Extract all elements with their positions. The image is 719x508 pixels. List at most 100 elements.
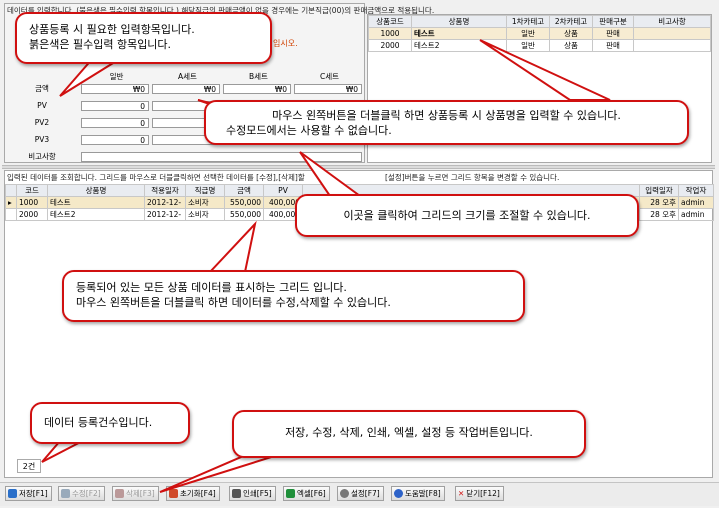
close-button-label: 닫기[F12] (466, 489, 500, 498)
callout-entry: 상품등록 시 필요한 입력항목입니다. 붉은색은 필수입력 항목입니다. (15, 12, 272, 64)
save-icon (8, 489, 17, 498)
callout-grid: 등록되어 있는 모든 상품 데이터를 표시하는 그리드 입니다. 마우스 왼쪽버… (62, 270, 525, 322)
remark-row: 비고사항 (5, 150, 365, 165)
sub-grid-row[interactable]: 2000 테스트2 일반 상품 판매 (368, 39, 711, 52)
price-row: 금액 ₩0 ₩0 ₩0 ₩0 (5, 82, 365, 97)
record-count: 2건 (17, 459, 41, 473)
pv-normal-input[interactable]: 0 (81, 101, 149, 111)
col-input-date[interactable]: 입력일자 (639, 184, 679, 197)
cell: 상품 (549, 39, 593, 52)
callout-buttons: 저장, 수정, 삭제, 인쇄, 엑셀, 설정 등 작업버튼입니다. (232, 410, 586, 458)
pv3-normal-input[interactable]: 0 (81, 135, 149, 145)
callout-text: 수정모드에서는 사용할 수 없습니다. (226, 124, 392, 137)
price-b-input[interactable]: ₩0 (223, 84, 291, 94)
callout-doubleclick-sub: 마우스 왼쪽버튼을 더블클릭 하면 상품등록 시 상품명을 입력할 수 있습니다… (204, 100, 689, 145)
callout-text: 등록되어 있는 모든 상품 데이터를 표시하는 그리드 입니다. (76, 281, 347, 294)
sub-col-cat2[interactable]: 2차카테고 (549, 15, 593, 28)
sub-col-remark[interactable]: 비고사항 (633, 15, 711, 28)
print-button-label: 인쇄[F5] (243, 489, 272, 498)
cell: admin (678, 196, 714, 209)
callout-text: 마우스 왼쪽버튼을 더블클릭 하면 데이터를 수정,삭제할 수 있습니다. (76, 296, 391, 309)
excel-button[interactable]: 엑셀[F6] (283, 486, 330, 501)
sub-grid-table: 상품코드 상품명 1차카테고 2차카테고 판매구분 비고사항 1000 테스트 … (368, 15, 711, 52)
cell: admin (678, 208, 714, 221)
cell: 소비자 (185, 208, 225, 221)
col-rank[interactable]: 직급명 (185, 184, 225, 197)
gear-icon (340, 489, 349, 498)
callout-text: 붉은색은 필수입력 항목입니다. (29, 38, 172, 51)
col-code[interactable]: 코드 (16, 184, 48, 197)
list-header-left: 입력된 데이터를 조회합니다. 그리드를 마우스로 더블클릭하면 선택한 데이터… (7, 173, 305, 182)
cell: 28 오후 (639, 196, 679, 209)
edit-icon (61, 489, 70, 498)
cell: 2012-12- (144, 196, 186, 209)
required-note: 입시오. (273, 39, 298, 48)
help-button[interactable]: 도움말[F8] (391, 486, 445, 501)
cell: 테스트2 (47, 208, 145, 221)
grid-resize-splitter[interactable] (2, 165, 715, 169)
help-button-label: 도움말[F8] (405, 489, 441, 498)
callout-text: 마우스 왼쪽버튼을 더블클릭 하면 상품등록 시 상품명을 입력할 수 있습니다… (272, 109, 621, 122)
list-header-right: [설정]버튼을 누르면 그리드 항목을 변경할 수 있습니다. (385, 173, 560, 182)
callout-text: 이곳을 클릭하여 그리드의 크기를 조절할 수 있습니다. (343, 209, 591, 222)
cell: 28 오후 (639, 208, 679, 221)
callout-resize: 이곳을 클릭하여 그리드의 크기를 조절할 수 있습니다. (295, 194, 639, 237)
row-label-pv: PV (37, 101, 47, 110)
price-c-input[interactable]: ₩0 (294, 84, 362, 94)
reset-button[interactable]: 초기화[F4] (166, 486, 220, 501)
callout-text: 데이터 등록건수입니다. (44, 416, 153, 429)
cell: 소비자 (185, 196, 225, 209)
settings-button[interactable]: 설정[F7] (337, 486, 384, 501)
cell: 2012-12- (144, 208, 186, 221)
delete-button[interactable]: 삭제[F3] (112, 486, 159, 501)
cell: 일반 (506, 27, 550, 40)
print-icon (232, 489, 241, 498)
sub-grid-header: 상품코드 상품명 1차카테고 2차카테고 판매구분 비고사항 (368, 15, 711, 28)
col-worker[interactable]: 작업자 (678, 184, 714, 197)
row-indicator-header (5, 184, 17, 197)
cell: 테스트 (47, 196, 145, 209)
cell: 2000 (368, 39, 412, 52)
edit-button[interactable]: 수정[F2] (58, 486, 105, 501)
callout-text: 상품등록 시 필요한 입력항목입니다. (29, 23, 195, 36)
help-icon (394, 489, 403, 498)
row-label-pv3: PV3 (34, 135, 50, 144)
cell: 1000 (368, 27, 412, 40)
close-button[interactable]: ✕ 닫기[F12] (455, 486, 504, 501)
settings-button-label: 설정[F7] (351, 489, 380, 498)
row-label-remark: 비고사항 (28, 152, 56, 161)
cell: 테스트 (411, 27, 507, 40)
row-indicator (5, 208, 17, 221)
col-name[interactable]: 상품명 (47, 184, 145, 197)
cell: 550,000 (224, 196, 264, 209)
sub-col-code[interactable]: 상품코드 (368, 15, 412, 28)
pv2-normal-input[interactable]: 0 (81, 118, 149, 128)
sub-grid-row[interactable]: 1000 테스트 일반 상품 판매 (368, 27, 711, 40)
cell: 상품 (549, 27, 593, 40)
sub-col-sale-type[interactable]: 판매구분 (592, 15, 634, 28)
col-price[interactable]: 금액 (224, 184, 264, 197)
callout-text: 저장, 수정, 삭제, 인쇄, 엑셀, 설정 등 작업버튼입니다. (285, 426, 533, 439)
price-normal-input[interactable]: ₩0 (81, 84, 149, 94)
remark-input[interactable] (81, 152, 362, 162)
cell: 550,000 (224, 208, 264, 221)
cell: 판매 (592, 39, 634, 52)
delete-icon (115, 489, 124, 498)
sub-col-cat1[interactable]: 1차카테고 (506, 15, 550, 28)
excel-icon (286, 489, 295, 498)
row-label-price: 금액 (35, 84, 49, 93)
delete-button-label: 삭제[F3] (126, 489, 155, 498)
col-pv[interactable]: PV (263, 184, 303, 197)
col-apply-date[interactable]: 적용일자 (144, 184, 186, 197)
close-icon: ✕ (458, 489, 465, 498)
print-button[interactable]: 인쇄[F5] (229, 486, 276, 501)
cell (633, 39, 711, 52)
cell (633, 27, 711, 40)
save-button[interactable]: 저장[F1] (5, 486, 52, 501)
cell: 판매 (592, 27, 634, 40)
cell: 1000 (16, 196, 48, 209)
reset-button-label: 초기화[F4] (180, 489, 216, 498)
sub-col-name[interactable]: 상품명 (411, 15, 507, 28)
row-indicator: ▸ (5, 196, 17, 209)
price-a-input[interactable]: ₩0 (152, 84, 220, 94)
